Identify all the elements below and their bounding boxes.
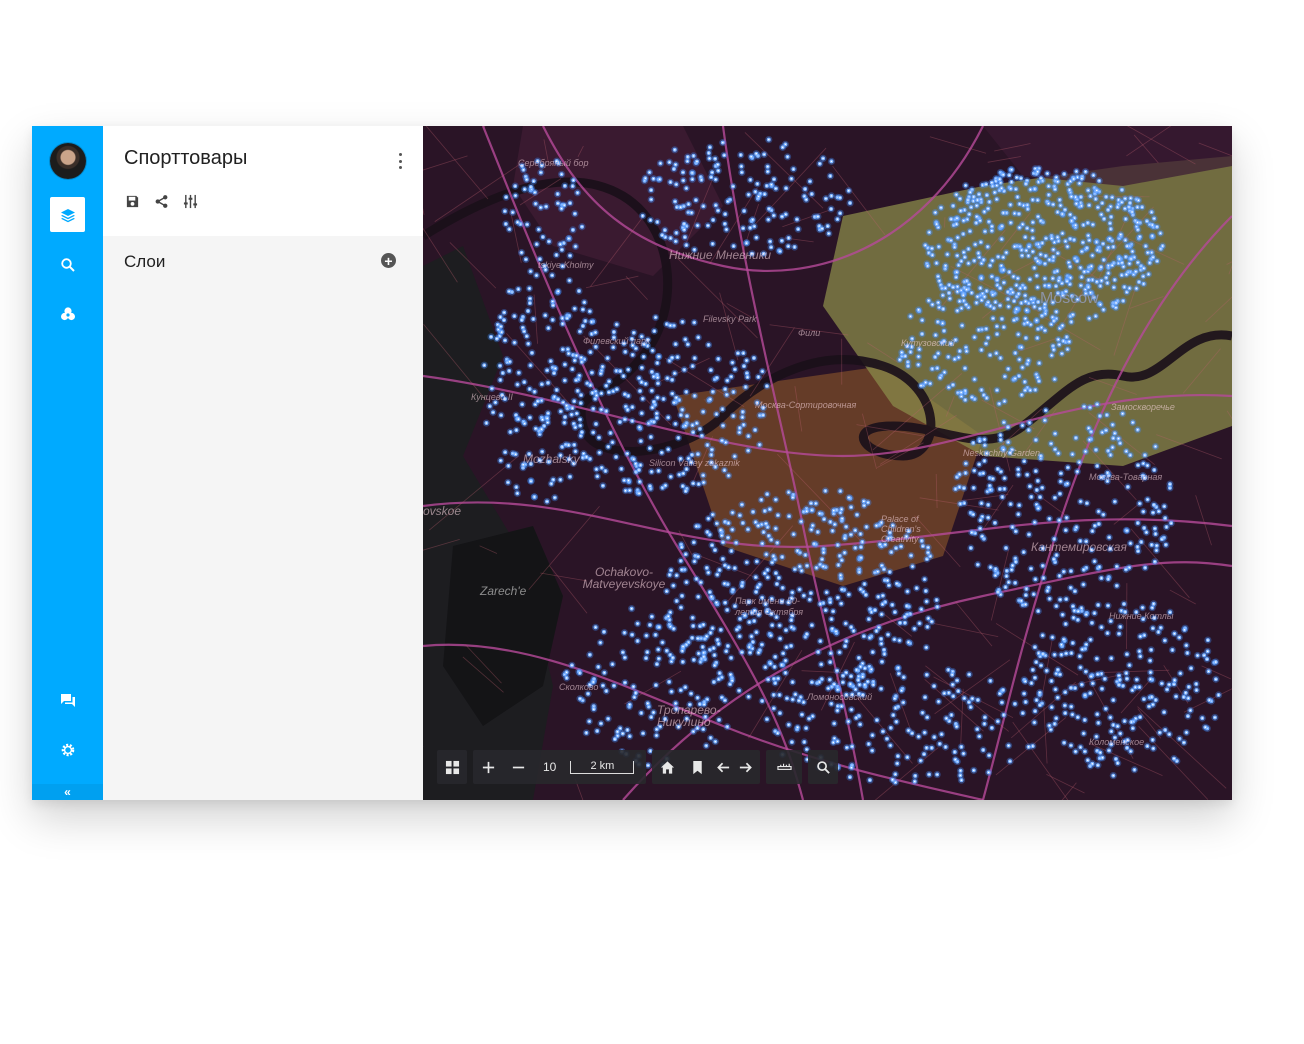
panel-header: Спорттовары [103,126,423,236]
measure-group [766,750,803,784]
measure-button[interactable] [766,750,802,784]
map-label: Ochakovo-Matveyevskoye [582,565,666,591]
more-menu-button[interactable] [395,153,405,169]
layers-panel: Спорттовары Слои + [103,126,423,800]
map-label-city: Moscow [1040,290,1099,307]
share-icon [155,195,168,208]
scale-bar: 2 km [570,760,635,774]
map-label: Кутузовский [901,338,955,348]
layers-icon [60,208,75,222]
map-label: Фили [798,328,821,338]
map-view[interactable]: Серебряный бор Нижние Мневники tskiye Kh… [423,126,1232,800]
map-label: Тропарево-Никулино [657,703,721,729]
basemap-button[interactable] [437,750,467,784]
share-button[interactable] [153,193,170,210]
zoom-level: 10 [543,760,557,774]
map-title: Спорттовары [124,147,248,169]
map-label: Нижние Мневники [669,248,772,262]
map-label: Сколково [559,682,599,692]
search-icon [817,760,830,774]
zoom-in-button[interactable] [473,750,503,784]
home-button[interactable] [652,750,682,784]
map-label: Москва-Товарная [1089,472,1163,482]
grid-icon [445,760,459,774]
bookmark-icon [693,760,702,774]
rail-item-search[interactable] [50,247,85,282]
map-label: Филевский парк [583,336,651,346]
map-label: Filevsky Park [703,314,757,324]
map-search-group [808,750,839,784]
sliders-icon [183,194,198,209]
avatar[interactable] [50,143,86,179]
map-toolbar: 10 2 km [437,750,844,784]
map-label: Нижние Котлы [1109,611,1174,621]
map-label: Zarech'e [480,584,527,598]
navigation-group [652,750,761,784]
app-window: « Спорттовары Слои + Серебряный бор Нижн… [32,126,1232,800]
map-label: Silicon Valley zakaznik [649,458,740,468]
map-label: Palace of Children's Creativity [881,514,921,544]
map-label: Замоскворечье [1111,402,1175,412]
map-label: Коломенское [1089,737,1145,747]
save-button[interactable] [124,193,141,210]
arrow-right-icon [739,762,752,772]
minus-icon [512,766,524,768]
analysis-icon [60,306,75,320]
layers-section-header: Слои + [124,250,396,274]
zoom-group: 10 2 km [473,750,647,784]
save-icon [126,195,139,208]
map-label: Серебряный бор [518,158,589,168]
map-search-button[interactable] [808,750,838,784]
home-icon [660,760,674,774]
panel-toolbar [124,193,199,210]
map-label: tskiye Kholmy [538,260,594,270]
layers-label: Слои [124,252,166,271]
map-label: Кантемировская [1031,540,1127,554]
map-label: Neskuchny Garden [963,448,1041,458]
gear-icon [61,743,74,756]
map-label: Москва-Сортировочная [755,400,857,410]
rail-item-chat[interactable] [50,682,85,717]
arrow-left-icon [717,762,729,772]
plus-icon [482,761,494,773]
bookmark-button[interactable] [682,750,712,784]
search-icon [60,257,75,272]
rail-item-settings[interactable] [50,732,85,767]
rail-item-layers[interactable] [50,197,85,232]
map-label: Парк имени 50-летия Октября [735,596,804,617]
map-label: ovskoe [423,504,462,518]
map-label: Mozhaisky [523,452,580,466]
settings-sliders-button[interactable] [182,193,199,210]
zoom-out-button[interactable] [503,750,533,784]
chat-icon [60,693,75,707]
ruler-icon [777,763,792,770]
rail-item-analysis[interactable] [50,296,85,331]
collapse-sidebar-button[interactable]: « [32,784,103,800]
basemap-group [437,750,467,784]
forward-button[interactable] [734,750,756,784]
add-layer-button[interactable]: + [381,253,396,268]
back-button[interactable] [712,750,734,784]
map-label: Ломоносовский [807,692,873,702]
sidebar-rail: « [32,126,103,800]
map-label: Кунцево II [471,392,513,402]
